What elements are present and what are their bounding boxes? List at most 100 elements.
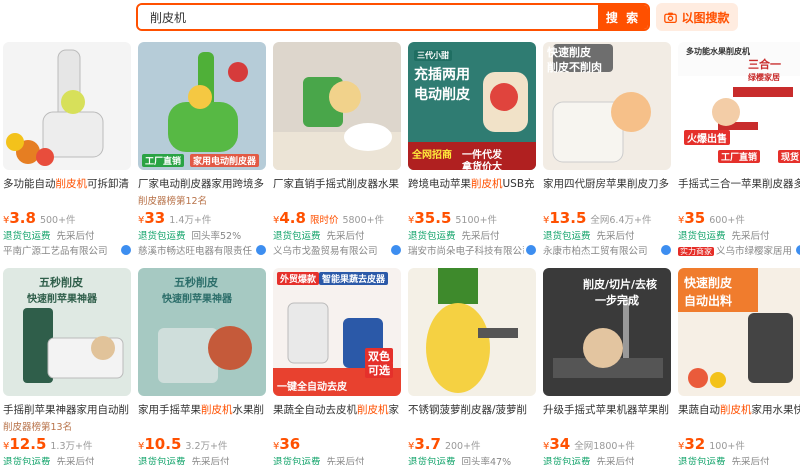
search-input[interactable] bbox=[138, 5, 598, 29]
product-image[interactable]: 削皮/切片/去核 一步完成 bbox=[543, 268, 671, 396]
price-row: ¥3.8 500+件 bbox=[3, 208, 76, 227]
product-card[interactable]: 五秒削皮 快速削苹果神器 家用手摇苹果削皮机水果削 ¥10.5 3.2万+件 退货包运费先… bbox=[138, 268, 266, 465]
image-overlay-text: 家用电动削皮器 bbox=[190, 154, 260, 167]
service-tag: 先采后付 bbox=[596, 457, 635, 465]
rank-badge[interactable]: 削皮器榜第13名 bbox=[3, 419, 72, 433]
sales-count: 全网6.4万+件 bbox=[590, 215, 652, 226]
product-title[interactable]: 果蔬全自动去皮机削皮机家 bbox=[273, 403, 401, 417]
product-image[interactable]: 快速削皮 削皮不削肉 bbox=[543, 42, 671, 170]
price: 12.5 bbox=[9, 435, 47, 453]
chat-icon[interactable] bbox=[796, 245, 800, 255]
chat-icon[interactable] bbox=[121, 245, 131, 255]
product-card[interactable]: 快速削皮 削皮不削肉家用四代厨房苹果削皮刀多 ¥13.5 全网6.4万+件退货包运费先… bbox=[543, 42, 671, 257]
service-tag: 先采后付 bbox=[191, 457, 230, 465]
image-overlay-text: 快速削苹果神器 bbox=[162, 294, 232, 305]
search-button[interactable]: 搜 索 bbox=[598, 5, 648, 29]
product-image[interactable] bbox=[3, 42, 131, 170]
chat-icon[interactable] bbox=[526, 245, 536, 255]
product-card[interactable]: 削皮/切片/去核 一步完成 升级手摇式苹果机器苹果削 ¥34 全网1800+件 退货包运费… bbox=[543, 268, 671, 465]
shop-row[interactable]: 永康市柏杰工贸有限公司 bbox=[543, 243, 671, 257]
image-overlay-text: 智能果蔬去皮器 bbox=[319, 272, 389, 285]
product-image[interactable]: 外贸爆款 智能果蔬去皮器 一键全自动去皮 双色 可选 bbox=[273, 268, 401, 396]
keyword-highlight: 削皮机 bbox=[55, 178, 88, 190]
product-image[interactable]: 五秒削皮 快速削苹果神器 bbox=[138, 268, 266, 396]
product-title[interactable]: 手摇削苹果神器家用自动削 bbox=[3, 403, 131, 417]
price: 3.8 bbox=[9, 209, 36, 227]
chat-icon[interactable] bbox=[391, 245, 401, 255]
chat-icon[interactable] bbox=[256, 245, 266, 255]
service-tag: 先采后付 bbox=[731, 457, 770, 465]
product-card[interactable]: 多功能自动削皮机可拆卸清 ¥3.8 500+件 退货包运费 先采后付平南广源工艺品有限公… bbox=[3, 42, 131, 257]
sales-count: 200+件 bbox=[444, 441, 481, 452]
product-title[interactable]: 厂家直销手摇式削皮器水果 bbox=[273, 177, 401, 191]
sales-count: 5800+件 bbox=[342, 215, 385, 226]
price-row: ¥35 600+件 bbox=[678, 208, 745, 227]
product-image[interactable]: 工厂直销 家用电动削皮器 bbox=[138, 42, 266, 170]
service-tags: 退货包运费 回头率47% bbox=[408, 454, 511, 465]
price-row: ¥13.5 全网6.4万+件 bbox=[543, 208, 652, 227]
image-overlay-text: 可选 bbox=[365, 362, 393, 378]
image-overlay-text: 现货 bbox=[778, 150, 800, 163]
service-tags: 退货包运费 先采后付 bbox=[408, 228, 500, 242]
shop-row[interactable]: 慈溪市畅达旺电器有限责任 bbox=[138, 243, 266, 257]
shop-name[interactable]: 平南广源工艺品有限公司 bbox=[3, 246, 108, 257]
product-card[interactable]: 多功能水果削皮机 三合一 绿樱家居 火爆出售 工厂直销 现货手摇式三合一苹果削皮器多 ¥35… bbox=[678, 42, 800, 257]
product-image[interactable] bbox=[408, 268, 536, 396]
price: 4.8 bbox=[279, 209, 306, 227]
image-search-label: 以图搜款 bbox=[681, 10, 730, 25]
shop-name[interactable]: 慈溪市畅达旺电器有限责任 bbox=[138, 246, 252, 257]
shop-row[interactable]: 平南广源工艺品有限公司 bbox=[3, 243, 131, 257]
product-image[interactable]: 快速削皮 自动出料 bbox=[678, 268, 800, 396]
keyword-highlight: 削皮机 bbox=[201, 404, 233, 416]
shop-name[interactable]: 义乌市绿樱家居用 bbox=[716, 246, 792, 257]
free-return-tag: 退货包运费 bbox=[273, 231, 321, 242]
product-card[interactable]: 不锈钢菠萝削皮器/菠萝削 ¥3.7 200+件 退货包运费 回头率47% bbox=[408, 268, 536, 465]
camera-icon bbox=[664, 12, 678, 23]
sales-count: 600+件 bbox=[709, 215, 745, 226]
image-overlay-text: 火爆出售 bbox=[684, 130, 730, 145]
service-tags: 退货包运费 先采后付 bbox=[273, 228, 365, 242]
product-title[interactable]: 跨境电动苹果削皮机USB充 bbox=[408, 177, 536, 191]
chat-icon[interactable] bbox=[661, 245, 671, 255]
product-title[interactable]: 手摇式三合一苹果削皮器多 bbox=[678, 177, 800, 191]
shop-row[interactable]: 义乌市戈盈贸易有限公司 bbox=[273, 243, 401, 257]
image-overlay-text: 工厂直销 bbox=[142, 154, 185, 167]
service-tags: 退货包运费 先采后付 bbox=[273, 454, 365, 465]
image-search-button[interactable]: 以图搜款 bbox=[656, 3, 738, 31]
free-return-tag: 退货包运费 bbox=[543, 231, 591, 242]
service-tags: 退货包运费 先采后付 bbox=[3, 454, 95, 465]
product-card[interactable]: 工厂直销 家用电动削皮器 厂家电动削皮器家用跨境多 削皮器榜第12名 ¥33 1.4万+件… bbox=[138, 42, 266, 257]
image-overlay-text: 自动出料 bbox=[684, 294, 733, 308]
product-title[interactable]: 家用四代厨房苹果削皮刀多 bbox=[543, 177, 671, 191]
product-title[interactable]: 家用手摇苹果削皮机水果削 bbox=[138, 403, 266, 417]
free-return-tag: 退货包运费 bbox=[408, 231, 456, 242]
shop-name[interactable]: 瑞安市尚朵电子科技有限公司 bbox=[408, 246, 524, 257]
service-tags: 退货包运费 先采后付 bbox=[3, 228, 95, 242]
free-return-tag: 退货包运费 bbox=[408, 457, 456, 465]
price: 33 bbox=[144, 209, 166, 227]
shop-row[interactable]: 瑞安市尚朵电子科技有限公司 bbox=[408, 243, 536, 257]
shop-name[interactable]: 永康市柏杰工贸有限公司 bbox=[543, 246, 648, 257]
shop-row[interactable]: 实力商家 义乌市绿樱家居用 bbox=[678, 243, 800, 257]
product-card[interactable]: 外贸爆款 智能果蔬去皮器 一键全自动去皮 双色 可选 果蔬全自动去皮机削皮机家 ¥36 退货包… bbox=[273, 268, 401, 465]
product-image[interactable]: 多功能水果削皮机 三合一 绿樱家居 火爆出售 工厂直销 现货 bbox=[678, 42, 800, 170]
product-title[interactable]: 果蔬自动削皮机家用水果快 bbox=[678, 403, 800, 417]
product-image[interactable] bbox=[273, 42, 401, 170]
product-title[interactable]: 厂家电动削皮器家用跨境多 bbox=[138, 177, 266, 191]
product-card[interactable]: 快速削皮 自动出料 果蔬自动削皮机家用水果快 ¥32 100+件 退货包运费 先采后付 bbox=[678, 268, 800, 465]
product-card[interactable]: 厂家直销手摇式削皮器水果 ¥4.8 限时价 5800+件 退货包运费 先采后付 义乌市戈盈贸… bbox=[273, 42, 401, 257]
free-return-tag: 退货包运费 bbox=[138, 231, 186, 242]
product-title[interactable]: 升级手摇式苹果机器苹果削 bbox=[543, 403, 671, 417]
product-card[interactable]: 三代小甜 充插两用 电动削皮 全网招商 一件代发 拿货价大 跨境电动苹果削皮机USB充 ¥35… bbox=[408, 42, 536, 257]
product-title[interactable]: 不锈钢菠萝削皮器/菠萝削 bbox=[408, 403, 536, 417]
service-tags: 退货包运费 先采后付 bbox=[138, 454, 230, 465]
service-tag: 先采后付 bbox=[596, 231, 635, 242]
product-image[interactable]: 五秒削皮 快速削苹果神器 bbox=[3, 268, 131, 396]
sales-count: 100+件 bbox=[709, 441, 745, 452]
product-image[interactable]: 三代小甜 充插两用 电动削皮 全网招商 一件代发 拿货价大 bbox=[408, 42, 536, 170]
shop-name[interactable]: 义乌市戈盈贸易有限公司 bbox=[273, 246, 378, 257]
rank-badge[interactable]: 削皮器榜第12名 bbox=[138, 193, 207, 207]
price: 34 bbox=[549, 435, 571, 453]
product-title[interactable]: 多功能自动削皮机可拆卸清 bbox=[3, 177, 131, 191]
product-card[interactable]: 五秒削皮 快速削苹果神器 手摇削苹果神器家用自动削 削皮器榜第13名 ¥12.5 1.3万… bbox=[3, 268, 131, 465]
